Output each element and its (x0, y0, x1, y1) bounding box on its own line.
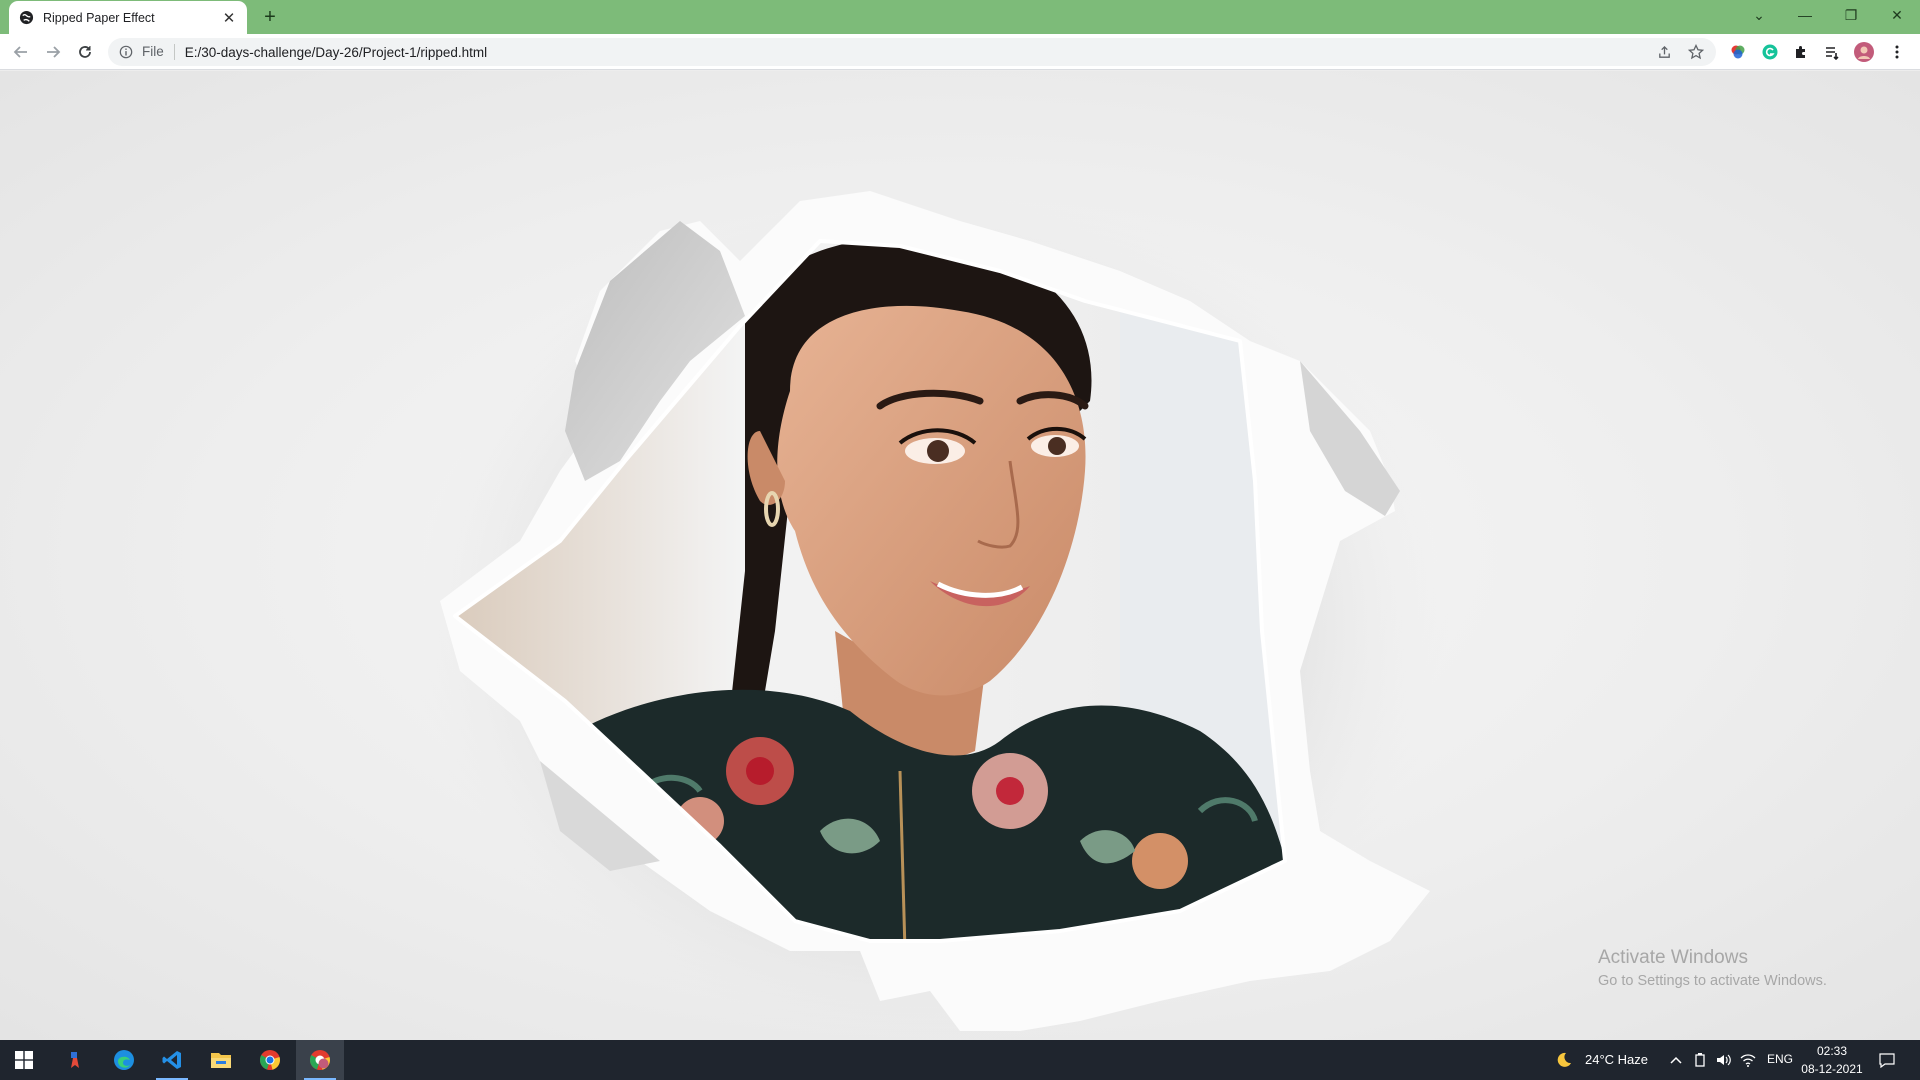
clock-time[interactable]: 02:33 (1802, 1044, 1862, 1058)
weather-moon-icon[interactable] (1554, 1050, 1574, 1070)
tab-close-icon[interactable]: ✕ (221, 10, 237, 27)
windows-taskbar: 24°C Haze ENG 02:33 08-12-2021 (0, 1040, 1920, 1080)
arrow-left-icon (13, 46, 27, 58)
extensions-puzzle-icon[interactable] (1790, 41, 1812, 63)
ripped-paper-page: Activate Windows Go to Settings to activ… (0, 71, 1920, 1040)
language-indicator[interactable]: ENG (1767, 1052, 1793, 1066)
bookmark-star-icon[interactable] (1684, 40, 1708, 64)
weather-text[interactable]: 24°C Haze (1585, 1052, 1648, 1067)
chevron-up-icon[interactable] (1666, 1050, 1686, 1070)
chrome-icon[interactable] (246, 1040, 294, 1080)
activate-windows-subtitle: Go to Settings to activate Windows. (1598, 973, 1827, 989)
restore-button[interactable]: ❐ (1828, 0, 1874, 30)
minimize-button[interactable]: — (1782, 0, 1828, 30)
clock-date[interactable]: 08-12-2021 (1797, 1062, 1867, 1076)
new-tab-button[interactable]: + (258, 6, 282, 28)
tab-search-chevron-icon[interactable]: ⌄ (1736, 0, 1782, 30)
url-scheme-label: File (142, 44, 175, 60)
chrome-menu-icon[interactable] (1886, 41, 1908, 63)
file-explorer-icon[interactable] (197, 1040, 245, 1080)
profile-avatar-icon[interactable] (1853, 41, 1875, 63)
color-extension-icon[interactable] (1727, 41, 1749, 63)
notification-center-icon[interactable] (1877, 1050, 1897, 1070)
windows-start-icon[interactable] (0, 1040, 48, 1080)
wifi-icon[interactable] (1738, 1050, 1758, 1070)
globe-icon (19, 10, 34, 25)
reading-list-icon[interactable] (1821, 41, 1843, 63)
back-button[interactable] (8, 39, 34, 65)
ripped-paper-image (410, 186, 1450, 1040)
active-tab[interactable]: Ripped Paper Effect ✕ (9, 1, 247, 34)
url-text[interactable]: E:/30-days-challenge/Day-26/Project-1/ri… (185, 45, 1652, 60)
vscode-icon[interactable] (148, 1040, 196, 1080)
volume-icon[interactable] (1714, 1050, 1734, 1070)
tab-title: Ripped Paper Effect (43, 10, 155, 25)
chrome-active-window-icon[interactable] (296, 1040, 344, 1080)
share-icon[interactable] (1652, 40, 1676, 64)
grammarly-icon[interactable] (1759, 41, 1781, 63)
forward-button[interactable] (40, 39, 66, 65)
browser-titlebar: Ripped Paper Effect ✕ + ⌄ — ❐ ✕ (0, 0, 1920, 34)
reload-icon (79, 46, 91, 58)
battery-icon[interactable] (1690, 1050, 1710, 1070)
address-bar[interactable]: File E:/30-days-challenge/Day-26/Project… (108, 38, 1716, 66)
activate-windows-watermark: Activate Windows Go to Settings to activ… (1598, 947, 1827, 989)
site-info-icon[interactable] (118, 44, 134, 60)
arrow-right-icon (47, 46, 61, 58)
activate-windows-title: Activate Windows (1598, 947, 1748, 968)
close-window-button[interactable]: ✕ (1874, 0, 1920, 30)
browser-toolbar: File E:/30-days-challenge/Day-26/Project… (0, 34, 1920, 70)
reload-button[interactable] (72, 39, 98, 65)
edge-browser-icon[interactable] (100, 1040, 148, 1080)
tool-app-icon[interactable] (51, 1040, 99, 1080)
